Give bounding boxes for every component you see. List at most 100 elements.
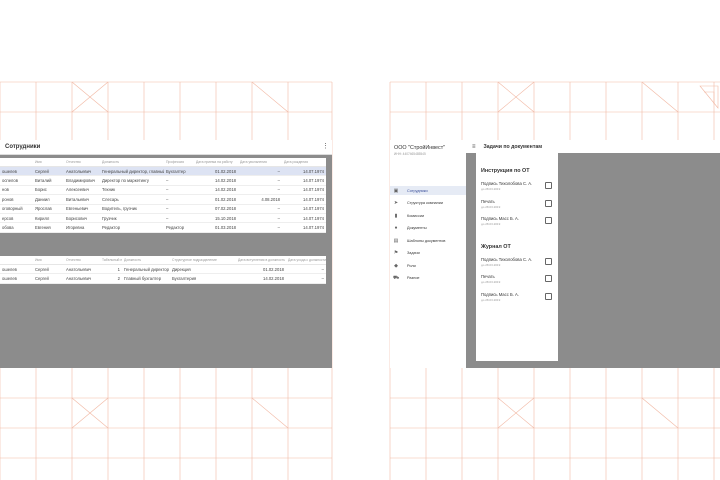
task-label: Подпись Масс Б. А.: [481, 216, 519, 221]
table-cell: –: [238, 166, 282, 177]
sidebar-item[interactable]: ⛟ Разное: [390, 274, 466, 283]
sidebar-item[interactable]: ▤ Шаблоны документов: [390, 236, 466, 245]
table-cell: –: [164, 185, 194, 196]
table-row[interactable]: обова Евгения Игоревна Редактор Редактор 01.0…: [0, 222, 326, 233]
table-cell: Евгеньевич: [64, 204, 100, 214]
table-cell: нов: [0, 185, 33, 196]
table-row[interactable]: нов Борис Алексеевич Техник –14.02.2018–14.0…: [0, 185, 326, 196]
column-header[interactable]: Отчество: [64, 256, 100, 265]
table-row[interactable]: оговорный Ярослав Евгеньевич Водитель, груз…: [0, 204, 326, 214]
employees-table: Имя Отчество Должность Профессия Дата приема…: [0, 158, 326, 233]
column-header[interactable]: Табельный номер: [100, 256, 122, 265]
org-name: ООО "СтройИнвест": [394, 145, 446, 151]
table-cell: Грузчик: [100, 213, 164, 224]
task-label: Подпись Масс Б. А.: [481, 291, 519, 297]
table-cell: Дирекция: [170, 264, 236, 275]
table-cell: 01.03.2018: [194, 222, 238, 233]
sidebar-item[interactable]: ⚑ Задачи: [390, 249, 466, 258]
table-cell: –: [238, 175, 282, 186]
table-cell: Кирилл: [33, 213, 64, 224]
table-cell: Водитель, грузчик: [100, 204, 164, 214]
task-date: до 28.03.2019: [481, 204, 501, 209]
table-cell: 1: [100, 264, 122, 275]
column-header[interactable]: Дата рождения: [282, 158, 326, 167]
task-item: Печать до 28.03.2019: [481, 199, 555, 213]
task-label: Подпись Тихолобова С. А.: [481, 256, 533, 262]
table-cell: 14.07.1974: [282, 166, 326, 177]
send-icon: ➤: [393, 200, 399, 206]
trash-icon: ▮: [394, 212, 398, 219]
task-item: Печать до 28.03.2019: [481, 274, 555, 288]
table-row[interactable]: оспелов Виталий Владимирович Директор по ма…: [0, 175, 326, 186]
task-checkbox[interactable]: [545, 217, 552, 224]
table-cell: Сергей: [33, 166, 64, 177]
table-cell: Евгения: [33, 222, 64, 233]
task-label: Печать: [481, 198, 495, 204]
column-header[interactable]: Имя: [33, 158, 64, 167]
task-checkbox[interactable]: [545, 275, 552, 282]
table-cell: 14.07.1974: [282, 175, 326, 186]
task-checkbox[interactable]: [545, 292, 552, 300]
column-header[interactable]: Дата ухода с должности: [286, 256, 326, 265]
sidebar-item[interactable]: ▣ Сотрудники: [390, 186, 466, 195]
task-label: Печать: [481, 274, 495, 279]
table-cell: Анатольевич: [64, 273, 100, 284]
table-cell: ошелев: [0, 264, 33, 275]
task-checkbox[interactable]: [545, 182, 552, 189]
app-bar: ≡ Задачи по документам: [466, 140, 720, 153]
app-bar: Сотрудники ⋮: [0, 140, 332, 155]
chat-icon: ▤: [393, 237, 399, 244]
task-item: Подпись Тихолобова С. А. до 28.03.2019: [481, 181, 555, 195]
sidebar-item-label: Шаблоны документов: [407, 238, 446, 243]
task-item: Подпись Масс Б. А. до 28.03.2019: [481, 216, 555, 230]
table-cell: –: [238, 213, 282, 224]
table-cell: 4.08.2018: [238, 194, 282, 205]
sidebar-item-label: Документы: [407, 226, 427, 230]
sidebar-item[interactable]: ➤ Структура компании: [390, 199, 466, 208]
table-cell: Ярослав: [33, 204, 64, 214]
column-header[interactable]: Структурное подразделение: [170, 256, 236, 265]
table-cell: обова: [0, 222, 33, 233]
table-cell: 14.07.1974: [282, 204, 326, 214]
column-header[interactable]: Отчество: [64, 158, 100, 167]
table-cell: 14.07.1974: [282, 185, 326, 196]
sidebar-item-label: Задачи: [407, 251, 420, 255]
table-cell: –: [164, 213, 194, 224]
column-header[interactable]: [0, 158, 33, 167]
table-cell: 15.10.2018: [194, 213, 238, 224]
column-header[interactable]: [0, 256, 33, 265]
table-cell: Редактор: [164, 222, 194, 233]
table-row[interactable]: ерсов Кирилл Борисович Грузчик –15.10.2018–1…: [0, 213, 326, 224]
sidebar-item-label: Структура компании: [407, 201, 443, 205]
positions-table-card: ИмяОтчествоТабельный номерДолжностьСтрук…: [0, 256, 326, 284]
menu-icon[interactable]: ≡: [472, 144, 476, 150]
table-cell: –: [238, 222, 282, 233]
sidebar-item[interactable]: ● Документы: [390, 224, 466, 233]
table-cell: Витальевич: [64, 194, 100, 205]
task-checkbox[interactable]: [545, 257, 552, 265]
table-cell: 01.02.2018: [194, 194, 238, 205]
column-header[interactable]: Дата приема на работу: [194, 158, 238, 167]
table-cell: Алексеевич: [64, 185, 100, 196]
tasks-panel: Инструкция по ОТ Подпись Тихолобова С. А.…: [476, 153, 558, 361]
column-header[interactable]: Дата увольнения: [238, 158, 282, 167]
column-header[interactable]: Должность: [122, 256, 170, 265]
page-title: Задачи по документам: [483, 143, 543, 150]
table-row[interactable]: ошелев Сергей Анатольевич 1 Генеральный дире…: [0, 264, 326, 275]
task-date: до 28.03.2019: [481, 187, 501, 191]
table-cell: 14.07.1974: [282, 194, 326, 205]
column-header[interactable]: Дата вступления в должность: [236, 256, 286, 265]
more-vert-icon[interactable]: ⋮: [322, 142, 329, 150]
table-row[interactable]: ронов Даниил Витальевич Слесарь –01.02.2018 4…: [0, 194, 326, 205]
column-header[interactable]: Должность: [100, 158, 164, 167]
table-row[interactable]: ошелев Сергей Анатольевич Генеральный дирек…: [0, 166, 326, 177]
table-cell: Редактор: [100, 222, 164, 233]
sidebar-item[interactable]: ▮ Комиссии: [390, 211, 466, 220]
task-checkbox[interactable]: [545, 199, 552, 207]
task-date: до 28.03.2019: [481, 262, 501, 267]
column-header[interactable]: Профессия: [164, 158, 194, 167]
table-cell: ронов: [0, 194, 33, 205]
column-header[interactable]: Имя: [33, 256, 64, 265]
table-row[interactable]: ошелев Сергей Анатольевич 2 Главный бухгалте…: [0, 273, 326, 284]
sidebar-item[interactable]: ◆ Роли: [390, 261, 466, 270]
